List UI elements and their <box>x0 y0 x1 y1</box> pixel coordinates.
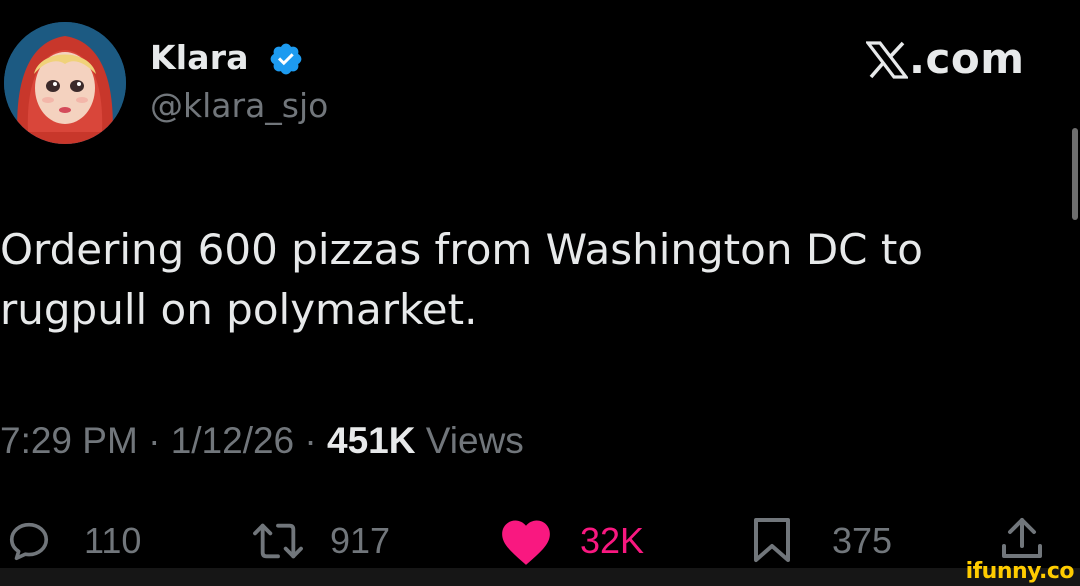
tweet-time[interactable]: 7:29 PM <box>0 420 138 461</box>
action-bar: 110 917 32K 375 <box>0 510 1080 570</box>
reply-count: 110 <box>84 520 142 561</box>
author-handle[interactable]: @klara_sjo <box>150 86 328 125</box>
tweet-meta: 7:29 PM · 1/12/26 · 451K Views <box>0 420 524 462</box>
bookmark-button[interactable]: 375 <box>752 510 912 570</box>
author-display-name[interactable]: Klara <box>150 38 249 77</box>
scrollbar[interactable] <box>1072 128 1078 220</box>
bookmark-icon <box>754 518 790 562</box>
reply-button[interactable]: 110 <box>0 510 160 570</box>
bookmark-count: 375 <box>832 520 893 561</box>
meta-separator: · <box>304 420 317 461</box>
share-icon <box>1002 518 1042 558</box>
repost-count: 917 <box>330 520 391 561</box>
views-count: 451K <box>327 420 416 461</box>
avatar-illustration <box>4 22 126 144</box>
like-button[interactable]: 32K <box>498 510 668 570</box>
meta-separator: · <box>148 420 161 461</box>
watermark: ifunny.co <box>965 559 1075 584</box>
like-count: 32K <box>580 520 645 561</box>
heart-icon <box>502 520 550 565</box>
x-logo-icon <box>864 41 910 79</box>
site-label: .com <box>909 34 1025 83</box>
views-label: Views <box>425 420 524 461</box>
repost-button[interactable]: 917 <box>250 510 410 570</box>
avatar[interactable] <box>4 22 126 144</box>
tweet-date[interactable]: 1/12/26 <box>171 420 294 461</box>
reply-icon <box>9 522 49 561</box>
footer-bar <box>0 568 1080 586</box>
tweet-text: Ordering 600 pizzas from Washington DC t… <box>0 225 923 334</box>
repost-icon <box>253 523 303 559</box>
verified-badge-icon <box>268 41 304 77</box>
